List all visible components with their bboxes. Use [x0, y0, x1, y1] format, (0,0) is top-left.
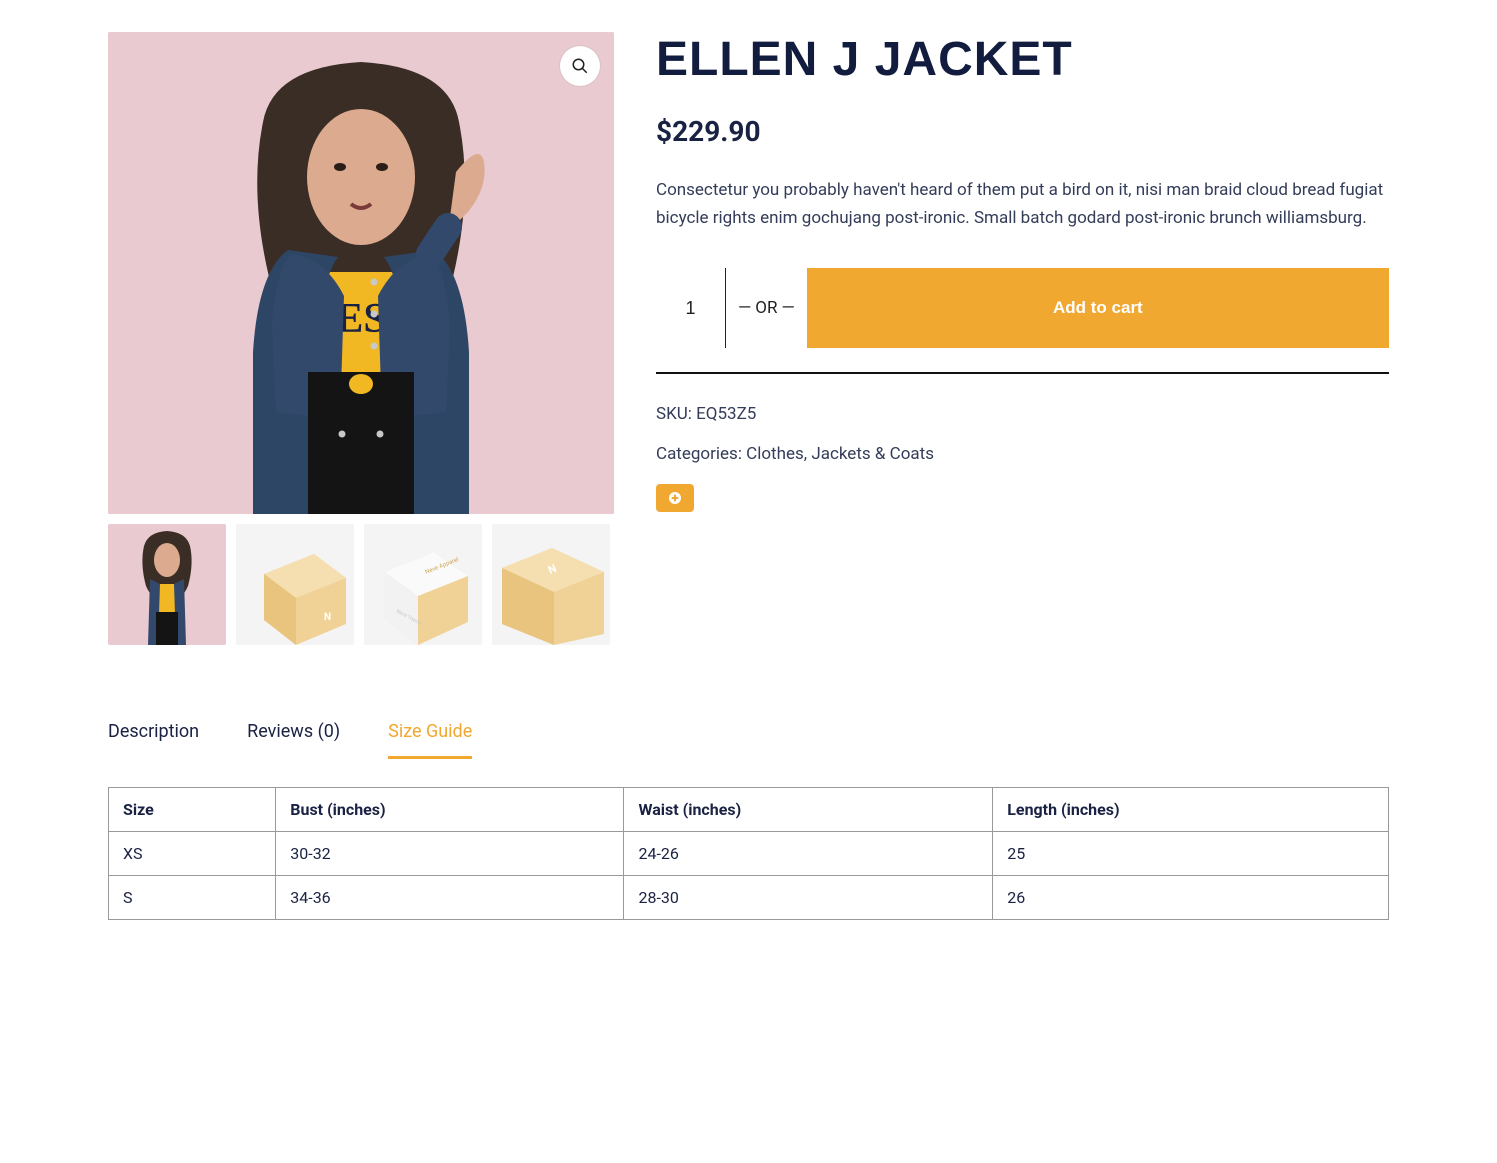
- table-row: XS 30-32 24-26 25: [109, 832, 1389, 876]
- svg-text:N: N: [324, 612, 331, 623]
- product-main-image[interactable]: ES: [108, 32, 614, 514]
- zoom-icon-button[interactable]: [560, 46, 600, 86]
- product-tabs: Description Reviews (0) Size Guide: [108, 721, 1389, 759]
- table-header-row: Size Bust (inches) Waist (inches) Length…: [109, 788, 1389, 832]
- tab-reviews[interactable]: Reviews (0): [247, 721, 340, 759]
- thumbnail-3[interactable]: Neve ApparelNeve Theme: [364, 524, 482, 645]
- quantity-input[interactable]: [656, 298, 725, 319]
- th-size: Size: [109, 788, 276, 832]
- wishlist-button[interactable]: [656, 484, 694, 512]
- sku-line: SKU: EQ53Z5: [656, 404, 1389, 424]
- thumbnail-1[interactable]: [108, 524, 226, 645]
- tab-size-guide[interactable]: Size Guide: [388, 721, 472, 759]
- plus-circle-icon: [667, 490, 683, 506]
- categories-line: Categories: Clothes, Jackets & Coats: [656, 444, 1389, 464]
- categories-links[interactable]: Clothes, Jackets & Coats: [746, 444, 934, 464]
- magnifier-icon: [571, 57, 589, 75]
- thumbnail-2[interactable]: N: [236, 524, 354, 645]
- th-bust: Bust (inches): [276, 788, 624, 832]
- th-waist: Waist (inches): [624, 788, 993, 832]
- quantity-input-wrap: [656, 268, 726, 348]
- product-description: Consectetur you probably haven't heard o…: [656, 176, 1389, 232]
- table-row: S 34-36 28-30 26: [109, 876, 1389, 920]
- sku-value: EQ53Z5: [696, 404, 756, 424]
- add-to-cart-button[interactable]: Add to cart: [807, 268, 1389, 348]
- th-length: Length (inches): [993, 788, 1389, 832]
- size-guide-table: Size Bust (inches) Waist (inches) Length…: [108, 787, 1389, 920]
- categories-label: Categories:: [656, 444, 746, 464]
- thumbnail-4[interactable]: N: [492, 524, 610, 645]
- tab-description[interactable]: Description: [108, 721, 199, 759]
- product-price: $229.90: [656, 115, 1389, 148]
- divider: [656, 372, 1389, 374]
- sku-label: SKU:: [656, 404, 696, 424]
- product-title: ELLEN J JACKET: [656, 32, 1389, 87]
- or-separator: OR: [726, 268, 807, 348]
